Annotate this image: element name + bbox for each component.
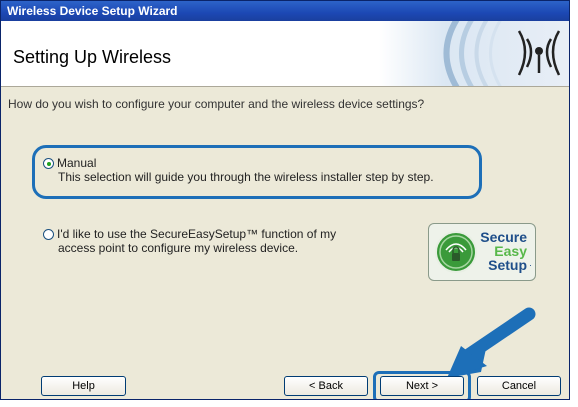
help-button[interactable]: Help xyxy=(41,376,126,396)
page-title: Setting Up Wireless xyxy=(13,47,172,67)
secure-easy-setup-emblem-icon xyxy=(435,231,477,273)
manual-label: Manual xyxy=(57,156,97,170)
window-title: Wireless Device Setup Wizard xyxy=(7,4,178,18)
setup-question: How do you wish to configure your comput… xyxy=(8,97,425,111)
next-button[interactable]: Next > xyxy=(380,376,464,396)
secure-easy-setup-logo: Secure Easy Setup · xyxy=(428,223,536,281)
logo-text-easy: Easy xyxy=(494,243,527,259)
back-button[interactable]: < Back xyxy=(284,376,368,396)
manual-description: This selection will guide you through th… xyxy=(58,170,434,184)
secure-easy-setup-label: I'd like to use the SecureEasySetup™ fun… xyxy=(57,227,337,241)
logo-text-setup: Setup xyxy=(488,257,527,273)
option-manual[interactable]: Manual This selection will guide you thr… xyxy=(43,156,434,184)
title-bar[interactable]: Wireless Device Setup Wizard xyxy=(1,1,569,21)
secure-easy-setup-radio[interactable] xyxy=(43,229,54,240)
manual-radio[interactable] xyxy=(43,158,54,169)
wireless-signal-icon xyxy=(379,21,569,86)
option-secure-easy-setup[interactable]: I'd like to use the SecureEasySetup™ fun… xyxy=(43,227,336,255)
secure-easy-setup-description: access point to configure my wireless de… xyxy=(58,241,299,255)
wizard-window: Wireless Device Setup Wizard Setting Up … xyxy=(0,0,570,400)
logo-trademark: · xyxy=(529,260,532,270)
logo-text-secure: Secure xyxy=(480,229,527,245)
wizard-header: Setting Up Wireless xyxy=(1,21,569,87)
cancel-button[interactable]: Cancel xyxy=(477,376,561,396)
